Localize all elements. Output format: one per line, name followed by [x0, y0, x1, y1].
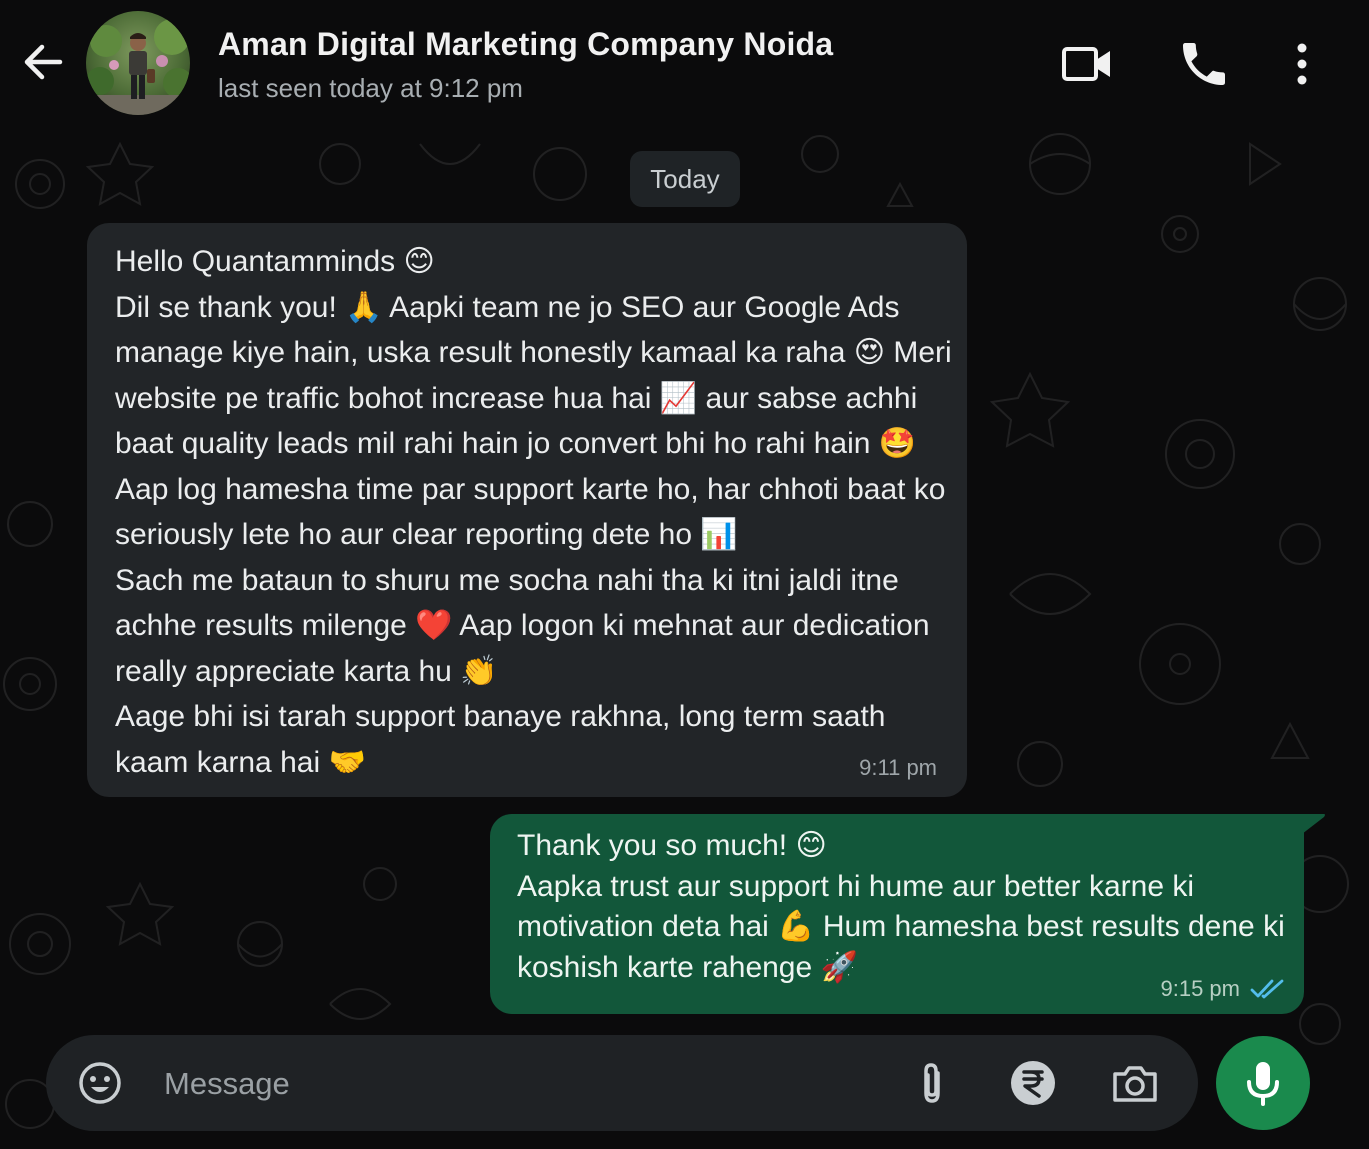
camera-icon [1113, 1066, 1157, 1102]
bubble-tail [1302, 814, 1325, 834]
paperclip-icon [924, 1063, 940, 1103]
incoming-message[interactable]: Hello Quantamminds 😊 Dil se thank you! 🙏… [87, 223, 967, 797]
contact-info[interactable]: Aman Digital Marketing Company Noida las… [218, 26, 833, 104]
payment-button[interactable] [1009, 1059, 1057, 1107]
video-call-icon [1062, 47, 1110, 81]
video-call-button[interactable] [1060, 36, 1116, 92]
voice-message-button[interactable] [1216, 1036, 1310, 1130]
message-text: Thank you so much! 😊 Aapka trust aur sup… [517, 829, 1285, 984]
more-options-button[interactable] [1274, 36, 1330, 92]
back-button[interactable] [20, 38, 64, 86]
chat-header: Aman Digital Marketing Company Noida las… [0, 0, 1369, 124]
attach-button[interactable] [908, 1059, 956, 1107]
message-meta: 9:15 pm [1161, 976, 1287, 1002]
rupee-icon [1011, 1061, 1055, 1105]
message-text: Hello Quantamminds 😊 Dil se thank you! 🙏… [115, 245, 952, 779]
back-arrow-icon [24, 44, 63, 80]
date-divider: Today [630, 151, 740, 207]
message-input[interactable] [162, 1053, 886, 1115]
message-time: 9:15 pm [1160, 976, 1241, 1001]
mic-icon [1247, 1062, 1279, 1106]
emoji-button[interactable] [76, 1059, 124, 1107]
phone-icon [1183, 43, 1225, 85]
emoji-icon [79, 1062, 121, 1104]
double-check-icon [1250, 979, 1284, 999]
message-time: 9:11 pm [859, 755, 937, 780]
avatar[interactable] [86, 11, 190, 115]
more-vert-icon [1297, 43, 1307, 85]
chat-area[interactable]: Today Hello Quantamminds 😊 Dil se thank … [0, 124, 1369, 1149]
message-composer [46, 1035, 1198, 1131]
last-seen-status: last seen today at 9:12 pm [218, 73, 523, 103]
outgoing-message[interactable]: Thank you so much! 😊 Aapka trust aur sup… [490, 814, 1325, 1014]
voice-call-button[interactable] [1176, 36, 1232, 92]
contact-name: Aman Digital Marketing Company Noida [218, 26, 834, 62]
camera-button[interactable] [1111, 1059, 1159, 1107]
